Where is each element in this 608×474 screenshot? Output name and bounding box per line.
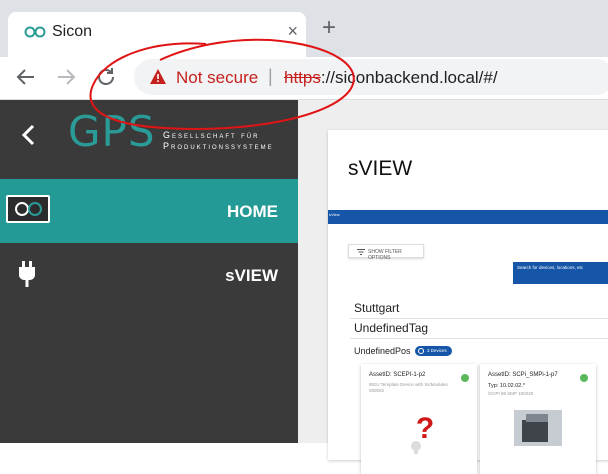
address-separator: |	[268, 66, 273, 86]
sicon-favicon-icon	[24, 26, 46, 38]
svg-text:?: ?	[416, 414, 434, 445]
forward-arrow-icon[interactable]	[54, 65, 78, 89]
sicon-logo-icon	[6, 195, 50, 223]
filter-button-label: SHOW FILTER OPTIONS	[368, 249, 402, 261]
sidebar: GPS Gesellschaft für Produktionssysteme …	[0, 100, 298, 443]
device-count-badge: 3 Devices	[415, 346, 452, 356]
gps-logo-text: Gesellschaft für Produktionssysteme	[163, 130, 274, 152]
location-label: Stuttgart	[354, 301, 400, 315]
device-dot-icon	[418, 348, 424, 354]
header-bar-text: sView	[329, 212, 340, 217]
sidebar-item-label: sVIEW	[225, 266, 278, 285]
browser-tab[interactable]: Sicon ×	[8, 12, 306, 57]
back-arrow-icon[interactable]	[14, 65, 38, 89]
address-bar[interactable]: Not secure | https://siconbackend.local/…	[134, 59, 608, 95]
reload-icon[interactable]	[94, 65, 118, 89]
sidebar-item-label: HOME	[227, 202, 278, 221]
show-filter-button[interactable]: SHOW FILTER OPTIONS	[348, 244, 424, 261]
plug-icon	[19, 261, 35, 287]
sidebar-item-sview[interactable]: sVIEW	[0, 243, 298, 307]
filter-icon	[357, 249, 365, 255]
asset-type: Typ: 10.02.02.*	[488, 383, 525, 389]
status-ok-icon	[580, 374, 588, 382]
tab-title: Sicon	[52, 23, 93, 40]
tab-close-icon[interactable]: ×	[287, 21, 298, 42]
asset-id: AssetID: SCEPI-1-p2	[369, 372, 426, 378]
status-ok-icon	[461, 374, 469, 382]
browser-toolbar: Not secure | https://siconbackend.local/…	[0, 57, 608, 100]
asset-card[interactable]: AssetID: SCEPI-1-p2 IEEU Template Device…	[361, 364, 477, 474]
asset-id: AssetID: SCPi_SMPi-1-p7	[488, 372, 558, 378]
sview-card: sVIEW sView SHOW FILTER OPTIONS Search f…	[328, 130, 608, 474]
asset-card[interactable]: AssetID: SCPi_SMPi-1-p7 Typ: 10.02.02.* …	[480, 364, 596, 474]
asset-subtitle: SCIPI 88 SMP 100220	[488, 391, 534, 396]
security-status[interactable]: Not secure	[176, 68, 258, 88]
asset-description: IEEU Template Device with SicModules 000…	[369, 382, 448, 393]
page-title: sVIEW	[348, 157, 413, 180]
position-label: UndefinedPos	[354, 346, 411, 356]
device-count-text: 3 Devices	[427, 348, 447, 353]
new-tab-button[interactable]: +	[322, 16, 336, 40]
divider	[350, 318, 608, 319]
logo-line-1: Gesellschaft für	[163, 130, 260, 140]
logo-line-2: Produktionssysteme	[163, 141, 274, 151]
header-bar: sView	[328, 210, 608, 224]
sidebar-item-home[interactable]: HOME	[0, 179, 298, 243]
search-input[interactable]: Search for devices, locations, etc	[513, 262, 608, 284]
main-content: sVIEW sView SHOW FILTER OPTIONS Search f…	[298, 100, 608, 474]
gps-logo: GPS	[68, 107, 156, 156]
url-text[interactable]: https://siconbackend.local/#/	[284, 68, 498, 88]
warning-icon	[150, 69, 166, 84]
url-host: ://siconbackend.local/#/	[320, 68, 498, 87]
tag-label: UndefinedTag	[354, 321, 429, 335]
unknown-device-icon: ?	[411, 414, 434, 454]
browser-tabstrip: Sicon × +	[0, 0, 608, 57]
chevron-left-icon[interactable]	[20, 124, 36, 146]
device-image	[514, 410, 562, 446]
url-scheme: https	[284, 68, 321, 87]
divider	[350, 338, 608, 339]
